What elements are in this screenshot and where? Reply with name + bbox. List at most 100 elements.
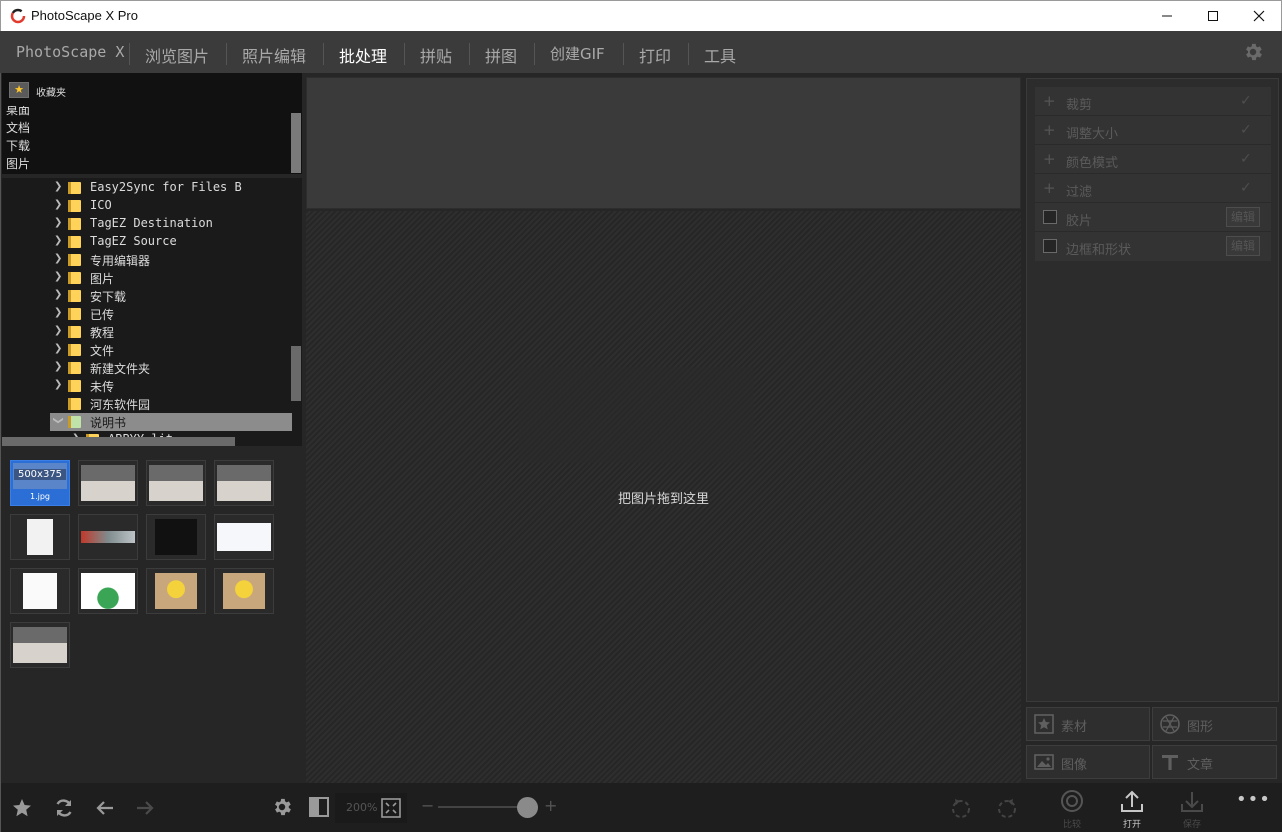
chevron-right-icon[interactable]: ❯ — [54, 253, 62, 264]
thumbnail-item[interactable] — [78, 460, 138, 506]
op-color-mode[interactable]: + 颜色模式 ✓ — [1035, 145, 1271, 174]
chevron-right-icon[interactable]: ❯ — [54, 307, 62, 318]
thumbnail-item[interactable] — [10, 568, 70, 614]
op-resize[interactable]: + 调整大小 ✓ — [1035, 116, 1271, 145]
sticker-button[interactable]: 素材 — [1026, 707, 1150, 741]
tree-item-label: 图片 — [90, 272, 115, 286]
favorite-item-pictures[interactable]: 图片 — [6, 155, 30, 172]
tree-item[interactable]: ❯ 已传 — [2, 305, 292, 323]
frame-edit-button[interactable]: 编辑 — [1226, 236, 1260, 256]
maximize-button[interactable] — [1190, 1, 1236, 31]
nav-combine[interactable]: 拼图 — [485, 43, 517, 67]
thumbnail-item[interactable] — [78, 568, 138, 614]
op-crop[interactable]: + 裁剪 ✓ — [1035, 87, 1271, 116]
bottom-toolbar: 200% − + 比较 打开 保存 ••• — [0, 783, 1282, 832]
favorites-header[interactable]: ★ 收藏夹 — [2, 73, 302, 106]
op-label: 胶片 — [1066, 214, 1093, 229]
op-filter[interactable]: + 过滤 ✓ — [1035, 174, 1271, 203]
chevron-right-icon[interactable]: ❯ — [54, 235, 62, 246]
image-button[interactable]: 图像 — [1026, 745, 1150, 779]
save-icon[interactable] — [1179, 788, 1205, 814]
tree-item[interactable]: ❯ 未传 — [2, 377, 292, 395]
film-checkbox[interactable] — [1043, 210, 1057, 224]
tree-item[interactable]: ❯ TagEZ Source — [2, 233, 292, 251]
tree-item-selected[interactable]: ❯ 说明书 — [50, 413, 292, 431]
thumbnail-item-selected[interactable]: 500x375 1.jpg — [10, 460, 70, 506]
nav-viewer[interactable]: 浏览图片 — [145, 43, 209, 67]
favorite-item-desktop[interactable]: 桌面 — [6, 106, 30, 118]
tree-item-label: 教程 — [90, 326, 115, 340]
thumbnail-item[interactable] — [214, 514, 274, 560]
gear-icon[interactable] — [1242, 41, 1264, 63]
favorite-item-documents[interactable]: 文档 — [6, 119, 30, 136]
forward-arrow-icon[interactable] — [134, 797, 156, 819]
tree-item[interactable]: ❯ 新建文件夹 — [2, 359, 292, 377]
text-button[interactable]: 文章 — [1152, 745, 1277, 779]
zoom-out-icon[interactable]: − — [421, 796, 434, 815]
chevron-right-icon[interactable]: ❯ — [54, 379, 62, 390]
chevron-right-icon[interactable]: ❯ — [54, 289, 62, 300]
star-icon[interactable] — [11, 797, 33, 819]
star-icon: ★ — [9, 82, 29, 98]
chevron-right-icon[interactable]: ❯ — [54, 343, 62, 354]
thumbnail-item[interactable] — [146, 514, 206, 560]
open-icon[interactable] — [1119, 788, 1145, 814]
zoom-in-icon[interactable]: + — [544, 796, 557, 815]
rotate-left-icon[interactable] — [949, 796, 973, 820]
tree-item[interactable]: ❯ 文件 — [2, 341, 292, 359]
thumbnail-item[interactable] — [146, 460, 206, 506]
thumbnail-item[interactable] — [214, 568, 274, 614]
compare-icon[interactable] — [1059, 788, 1085, 814]
tree-item[interactable]: ❯ 专用编辑器 — [2, 251, 292, 269]
nav-editor[interactable]: 照片编辑 — [242, 43, 306, 67]
chevron-right-icon[interactable]: ❯ — [54, 199, 62, 210]
thumbnail-item[interactable] — [146, 568, 206, 614]
nav-photoscape-x[interactable]: PhotoScape X — [16, 43, 124, 61]
minimize-button[interactable] — [1144, 1, 1190, 31]
thumbnail-item[interactable] — [214, 460, 274, 506]
nav-collage[interactable]: 拼贴 — [420, 43, 452, 67]
tree-item[interactable]: ❯ ICO — [2, 197, 292, 215]
favorite-item-downloads[interactable]: 下载 — [6, 137, 30, 154]
zoom-level: 200% — [346, 801, 378, 814]
drop-zone-placeholder — [518, 367, 754, 463]
tree-item[interactable]: ❯ 教程 — [2, 323, 292, 341]
tree-item[interactable]: ❯ Easy2Sync for Files B — [2, 179, 292, 197]
shape-button[interactable]: 图形 — [1152, 707, 1277, 741]
tree-item[interactable]: 河东软件园 — [2, 395, 292, 413]
tree-item[interactable]: ❯ 安下载 — [2, 287, 292, 305]
thumbnail-item[interactable] — [10, 514, 70, 560]
rotate-right-icon[interactable] — [995, 796, 1019, 820]
zoom-slider-handle[interactable] — [517, 797, 538, 818]
folder-icon — [68, 272, 81, 284]
close-button[interactable] — [1236, 1, 1282, 31]
tree-horizontal-scrollbar[interactable] — [2, 437, 235, 446]
back-arrow-icon[interactable] — [94, 797, 116, 819]
nav-print[interactable]: 打印 — [639, 43, 671, 67]
nav-batch[interactable]: 批处理 — [339, 43, 387, 67]
more-icon[interactable]: ••• — [1236, 789, 1271, 810]
nav-tools[interactable]: 工具 — [704, 43, 736, 67]
batch-operations: + 裁剪 ✓ + 调整大小 ✓ + 颜色模式 ✓ + 过滤 ✓ 胶片 编辑 边框… — [1035, 87, 1271, 261]
tree-item[interactable]: ❯ 图片 — [2, 269, 292, 287]
drop-zone[interactable]: 把图片拖到这里 — [306, 211, 1021, 783]
frame-checkbox[interactable] — [1043, 239, 1057, 253]
chevron-right-icon[interactable]: ❯ — [54, 325, 62, 336]
tree-item[interactable]: ❯ TagEZ Destination — [2, 215, 292, 233]
chevron-down-icon[interactable]: ❯ — [53, 416, 64, 424]
nav-create-gif[interactable]: 创建GIF — [550, 43, 605, 64]
folder-icon — [68, 326, 81, 338]
fit-screen-icon[interactable] — [380, 797, 402, 819]
refresh-icon[interactable] — [53, 797, 75, 819]
chevron-right-icon[interactable]: ❯ — [54, 361, 62, 372]
tree-vertical-scrollbar[interactable] — [291, 346, 301, 401]
chevron-right-icon[interactable]: ❯ — [54, 271, 62, 282]
thumbnail-item[interactable] — [10, 622, 70, 668]
split-view-icon[interactable] — [308, 796, 330, 818]
gear-icon[interactable] — [271, 796, 293, 818]
thumbnail-item[interactable] — [78, 514, 138, 560]
chevron-right-icon[interactable]: ❯ — [54, 181, 62, 192]
film-edit-button[interactable]: 编辑 — [1226, 207, 1260, 227]
favorites-scrollbar[interactable] — [291, 113, 301, 173]
chevron-right-icon[interactable]: ❯ — [54, 217, 62, 228]
